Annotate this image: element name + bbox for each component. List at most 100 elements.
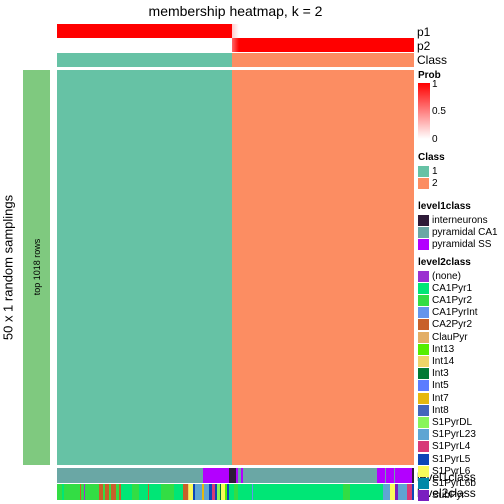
level2class-legend-item: CA1Pyr1 bbox=[418, 282, 472, 294]
annotation-cell bbox=[160, 484, 175, 500]
p2-row bbox=[57, 38, 414, 52]
level2class-legend-item: Int13 bbox=[418, 343, 454, 355]
annotation-cell bbox=[395, 468, 412, 483]
legend-swatch bbox=[418, 404, 429, 416]
prob-colorbar bbox=[418, 83, 430, 139]
class-row bbox=[57, 53, 414, 67]
prob-tick: 0 bbox=[432, 134, 438, 145]
membership-heatmap-figure: membership heatmap, k = 2 top 1018 rows … bbox=[0, 0, 504, 504]
annotation-cell bbox=[342, 484, 350, 500]
legend-label: S1PyrL23 bbox=[432, 429, 476, 441]
legend-label: S1PyrL6 bbox=[432, 465, 471, 477]
annotation-cell bbox=[383, 484, 391, 500]
legend-swatch bbox=[418, 490, 429, 502]
legend-swatch bbox=[418, 319, 429, 331]
annotation-cell bbox=[386, 468, 395, 483]
legend-swatch bbox=[418, 429, 429, 441]
annotation-cell bbox=[85, 484, 99, 500]
level2class-legend-item: CA2Pyr2 bbox=[418, 319, 472, 331]
legend-swatch bbox=[418, 392, 429, 404]
annotation-cell bbox=[195, 484, 203, 500]
class-legend-item: 1 bbox=[418, 165, 438, 177]
legend-label: pyramidal SS bbox=[432, 238, 492, 250]
prob-tick: 1 bbox=[432, 79, 438, 90]
annotation-cell bbox=[174, 484, 184, 500]
level2class-legend-item: S1PyrDL bbox=[418, 416, 472, 428]
level1class-legend-title: level1class bbox=[418, 201, 471, 212]
legend-swatch bbox=[418, 343, 429, 355]
level2class-legend-item: S1PyrL4 bbox=[418, 441, 470, 453]
legend-swatch bbox=[418, 307, 429, 319]
level2class-legend-item: Int7 bbox=[418, 392, 449, 404]
level1class-row bbox=[57, 468, 414, 483]
legend-swatch bbox=[418, 416, 429, 428]
legend-swatch bbox=[418, 331, 429, 343]
legend-label: S1PyrDL bbox=[432, 416, 473, 428]
legend-swatch bbox=[418, 355, 429, 367]
legend-label: Int7 bbox=[432, 392, 449, 404]
p1-row bbox=[57, 24, 414, 38]
class-legend-item: 2 bbox=[418, 177, 438, 189]
level2class-legend-item: Int3 bbox=[418, 368, 449, 380]
level1class-legend-item: pyramidal SS bbox=[418, 238, 491, 250]
legend-label: Int3 bbox=[432, 368, 449, 380]
legend-label: CA2Pyr2 bbox=[432, 319, 473, 331]
legend-swatch bbox=[418, 177, 429, 189]
level2class-legend-item: CA1PyrInt bbox=[418, 307, 478, 319]
annotation-cell bbox=[228, 468, 237, 483]
legend-label: S1PyrL5 bbox=[432, 453, 471, 465]
legend-swatch bbox=[418, 165, 429, 177]
level2class-legend-item: CA1Pyr2 bbox=[418, 294, 472, 306]
annotation-cell bbox=[377, 468, 386, 483]
level2class-legend-item: S1PyrL6 bbox=[418, 465, 470, 477]
legend-swatch bbox=[418, 270, 429, 282]
membership-matrix bbox=[57, 70, 414, 465]
legend-label: ClauPyr bbox=[432, 331, 468, 343]
legend-label: S1PyrL4 bbox=[432, 441, 471, 453]
annotation-cell bbox=[63, 484, 80, 500]
legend-label: Int8 bbox=[432, 404, 449, 416]
legend-label: CA1Pyr1 bbox=[432, 282, 473, 294]
level2class-row bbox=[57, 484, 414, 500]
legend-label: S1PyrL6b bbox=[432, 477, 476, 489]
legend-label: Int13 bbox=[432, 343, 455, 355]
class-label: Class bbox=[417, 53, 448, 67]
level1class-legend-item: interneurons bbox=[418, 214, 488, 226]
legend-label: (none) bbox=[432, 270, 461, 282]
annotation-cell bbox=[252, 484, 343, 500]
legend-swatch bbox=[418, 380, 429, 392]
level2class-legend-item: Int14 bbox=[418, 355, 454, 367]
legend-swatch bbox=[418, 477, 429, 489]
legend-label: 2 bbox=[432, 177, 438, 189]
p1-label: p1 bbox=[417, 25, 431, 39]
y-axis-label: 50 x 1 random samplings bbox=[0, 194, 16, 341]
level2class-legend-item: Int5 bbox=[418, 380, 449, 392]
legend-label: pyramidal CA1 bbox=[432, 226, 498, 238]
legend-label: CA1Pyr2 bbox=[432, 294, 473, 306]
legend-swatch bbox=[418, 368, 429, 380]
legend-swatch bbox=[418, 238, 429, 250]
legend-label: 1 bbox=[432, 165, 438, 177]
prob-tick: 0.5 bbox=[432, 106, 446, 117]
level2class-legend-item: S1PyrL23 bbox=[418, 429, 476, 441]
legend-label: SubPyr bbox=[432, 490, 465, 502]
annotation-cell bbox=[132, 484, 140, 500]
class-legend-title: Class bbox=[418, 152, 445, 163]
annotation-cell bbox=[398, 484, 408, 500]
annotation-cell bbox=[139, 484, 149, 500]
annotation-cell bbox=[411, 484, 414, 500]
level2class-legend-item: ClauPyr bbox=[418, 331, 468, 343]
legend-label: interneurons bbox=[432, 214, 488, 226]
bar-label: top 1018 rows bbox=[32, 238, 42, 296]
legend-swatch bbox=[418, 453, 429, 465]
annotation-cell bbox=[349, 484, 384, 500]
annotation-cell bbox=[411, 468, 414, 483]
legend-swatch bbox=[418, 441, 429, 453]
level1class-legend-item: pyramidal CA1 bbox=[418, 226, 498, 238]
level2class-legend-item: S1PyrL6b bbox=[418, 477, 476, 489]
level2class-legend-title: level2class bbox=[418, 257, 471, 268]
annotation-cell bbox=[202, 468, 229, 483]
level2class-legend-item: SubPyr bbox=[418, 490, 465, 502]
annotation-cell bbox=[121, 484, 133, 500]
legend-swatch bbox=[418, 282, 429, 294]
